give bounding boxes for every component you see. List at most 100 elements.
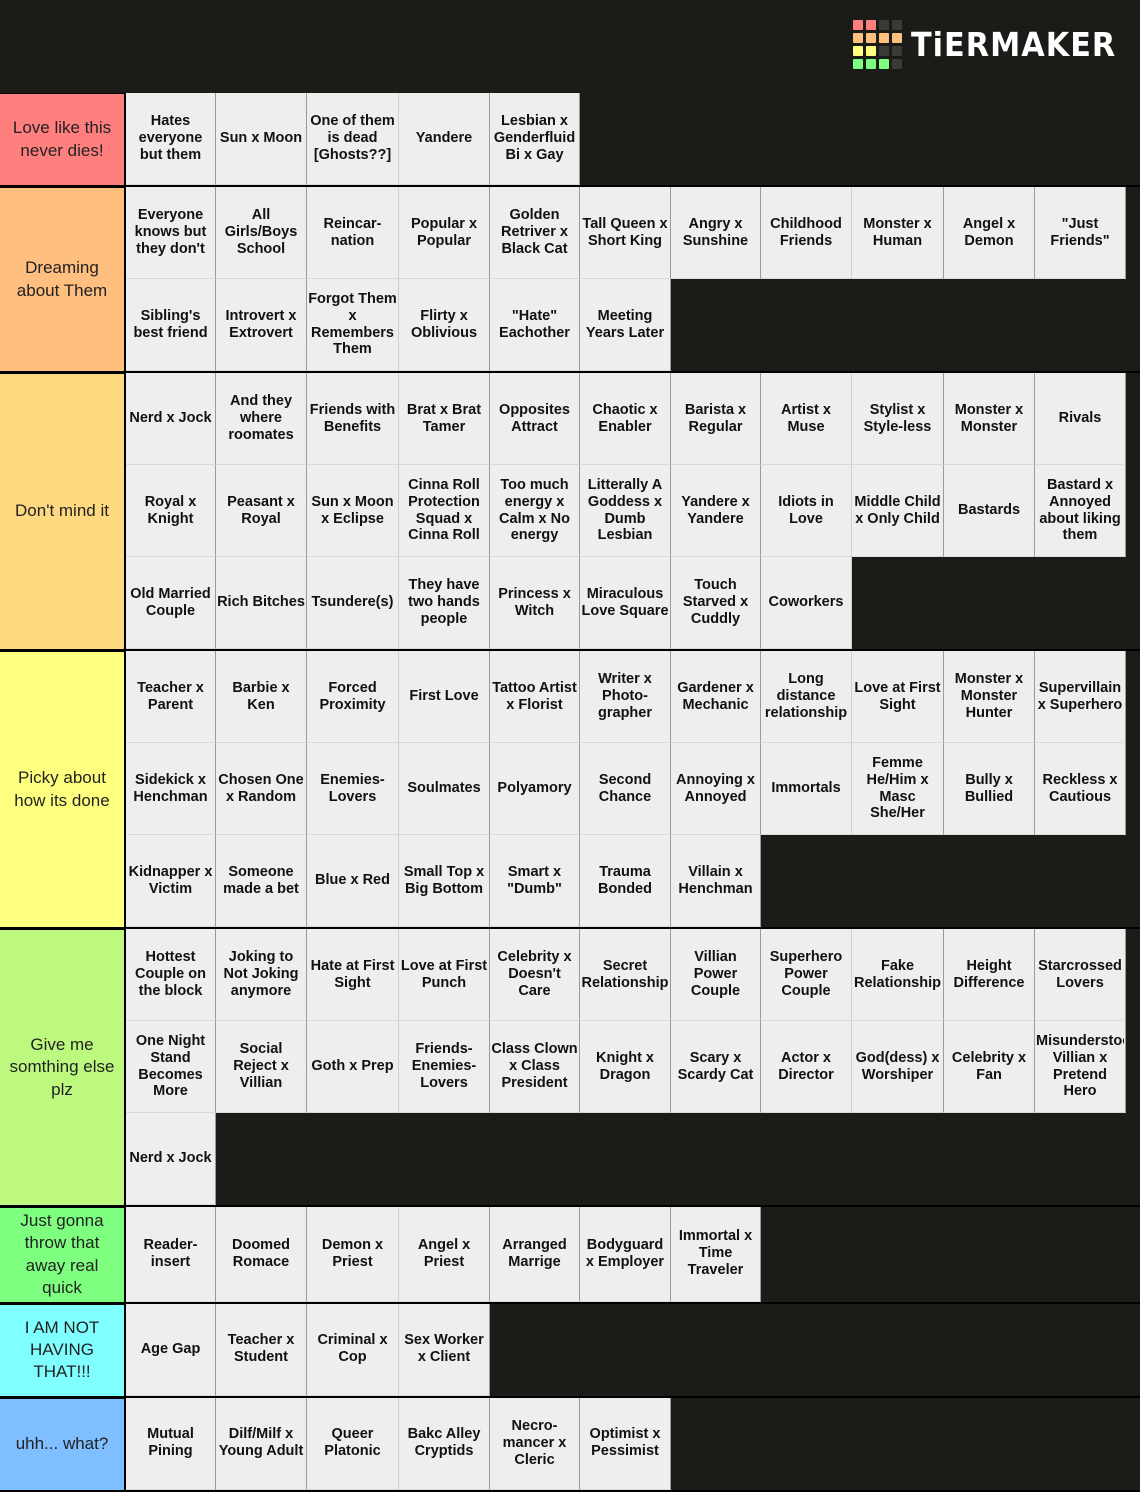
tier-item[interactable]: Hottest Couple on the block: [126, 929, 216, 1021]
tier-item[interactable]: Barbie x Ken: [216, 651, 307, 743]
tier-label[interactable]: Don't mind it: [0, 373, 126, 649]
tier-item[interactable]: Goth x Prep: [307, 1021, 399, 1113]
empty-slot-area[interactable]: [671, 1397, 1140, 1490]
tier-item[interactable]: Queer Platonic: [307, 1397, 399, 1490]
tier-item[interactable]: Joking to Not Joking anymore: [216, 929, 307, 1021]
tier-item[interactable]: Mutual Pining: [126, 1397, 216, 1490]
tier-item[interactable]: Childhood Friends: [761, 187, 852, 279]
tier-items[interactable]: Reader-insert Doomed Romace Demon x Priest…: [126, 1207, 1140, 1302]
tier-item[interactable]: Sex Worker x Client: [399, 1303, 490, 1396]
tier-item[interactable]: Trauma Bonded: [580, 835, 671, 927]
empty-slot-area[interactable]: [490, 1303, 1140, 1396]
tier-item[interactable]: Stylist x Style-less: [852, 373, 944, 465]
tier-item[interactable]: Everyone knows but they don't: [126, 187, 216, 279]
tier-item[interactable]: Sidekick x Henchman: [126, 743, 216, 835]
tier-item[interactable]: One Night Stand Becomes More: [126, 1021, 216, 1113]
tier-item[interactable]: Social Reject x Villian: [216, 1021, 307, 1113]
tier-item[interactable]: Forced Proximity: [307, 651, 399, 743]
empty-slot-area[interactable]: [761, 835, 1140, 927]
tier-label[interactable]: Picky about how its done: [0, 651, 126, 927]
tier-item[interactable]: Age Gap: [126, 1303, 216, 1396]
tier-item[interactable]: Sun x Moon x Eclipse: [307, 465, 399, 557]
tier-item[interactable]: Immortal x Time Traveler: [671, 1207, 761, 1302]
tier-item[interactable]: Nerd x Jock: [126, 1113, 216, 1205]
tier-label[interactable]: Give me somthing else plz: [0, 929, 126, 1205]
tier-item[interactable]: Celebrity x Fan: [944, 1021, 1035, 1113]
tier-item[interactable]: Femme He/Him x Masc She/Her: [852, 743, 944, 835]
tier-item[interactable]: Kidnapper x Victim: [126, 835, 216, 927]
tier-item[interactable]: Coworkers: [761, 557, 852, 649]
tier-item[interactable]: Bastard x Annoyed about liking them: [1035, 465, 1126, 557]
tier-item[interactable]: Yandere x Yandere: [671, 465, 761, 557]
tier-label[interactable]: I AM NOT HAVING THAT!!!: [0, 1303, 126, 1396]
tier-item[interactable]: Brat x Brat Tamer: [399, 373, 490, 465]
tier-item[interactable]: Rivals: [1035, 373, 1126, 465]
empty-slot-area[interactable]: [580, 93, 1140, 185]
tier-items[interactable]: Nerd x Jock And they where roomates Friend…: [126, 373, 1140, 649]
tier-item[interactable]: Criminal x Cop: [307, 1303, 399, 1396]
tier-label[interactable]: Dreaming about Them: [0, 187, 126, 371]
tier-item[interactable]: First Love: [399, 651, 490, 743]
tier-item[interactable]: Secret Relationship: [580, 929, 671, 1021]
tier-item[interactable]: Hate at First Sight: [307, 929, 399, 1021]
tier-item[interactable]: Idiots in Love: [761, 465, 852, 557]
tier-items[interactable]: Teacher x Parent Barbie x Ken Forced Proxi…: [126, 651, 1140, 927]
tier-item[interactable]: Villain x Henchman: [671, 835, 761, 927]
empty-slot-area[interactable]: [852, 557, 1140, 649]
tier-item[interactable]: God(dess) x Worshiper: [852, 1021, 944, 1113]
tier-item[interactable]: Smart x "Dumb": [490, 835, 580, 927]
tier-item[interactable]: Forgot Them x Remembers Them: [307, 279, 399, 371]
tier-item[interactable]: Misunderstood Villian x Pretend Hero: [1035, 1021, 1126, 1113]
tier-label[interactable]: Love like this never dies!: [0, 93, 126, 185]
tier-item[interactable]: Sun x Moon: [216, 93, 307, 185]
tier-item[interactable]: Soulmates: [399, 743, 490, 835]
tier-item[interactable]: Actor x Director: [761, 1021, 852, 1113]
tier-item[interactable]: Barista x Regular: [671, 373, 761, 465]
tier-item[interactable]: Fake Relationship: [852, 929, 944, 1021]
tier-item[interactable]: Meeting Years Later: [580, 279, 671, 371]
tier-item[interactable]: Touch Starved x Cuddly: [671, 557, 761, 649]
tier-item[interactable]: Height Difference: [944, 929, 1035, 1021]
tier-item[interactable]: Nerd x Jock: [126, 373, 216, 465]
empty-slot-area[interactable]: [761, 1207, 1140, 1302]
tier-item[interactable]: Yandere: [399, 93, 490, 185]
tier-item[interactable]: Reincar-nation: [307, 187, 399, 279]
tier-item[interactable]: Too much energy x Calm x No energy: [490, 465, 580, 557]
tier-items[interactable]: Everyone knows but they don't All Girls/B…: [126, 187, 1140, 371]
tier-item[interactable]: Bully x Bullied: [944, 743, 1035, 835]
tier-item[interactable]: Introvert x Extrovert: [216, 279, 307, 371]
tier-item[interactable]: Immortals: [761, 743, 852, 835]
tier-item[interactable]: One of them is dead [Ghosts??]: [307, 93, 399, 185]
tier-item[interactable]: Celebrity x Doesn't Care: [490, 929, 580, 1021]
tier-item[interactable]: Blue x Red: [307, 835, 399, 927]
tier-item[interactable]: Litterally A Goddess x Dumb Lesbian: [580, 465, 671, 557]
tier-item[interactable]: Princess x Witch: [490, 557, 580, 649]
tier-item[interactable]: Old Married Couple: [126, 557, 216, 649]
tier-item[interactable]: Chaotic x Enabler: [580, 373, 671, 465]
tier-item[interactable]: Middle Child x Only Child: [852, 465, 944, 557]
tier-item[interactable]: Angel x Demon: [944, 187, 1035, 279]
tier-item[interactable]: Popular x Popular: [399, 187, 490, 279]
tier-item[interactable]: Someone made a bet: [216, 835, 307, 927]
tier-item[interactable]: Superhero Power Couple: [761, 929, 852, 1021]
tier-item[interactable]: Doomed Romace: [216, 1207, 307, 1302]
tier-item[interactable]: Demon x Priest: [307, 1207, 399, 1302]
tier-item[interactable]: Tsundere(s): [307, 557, 399, 649]
tier-item[interactable]: Flirty x Oblivious: [399, 279, 490, 371]
tier-item[interactable]: Enemies-Lovers: [307, 743, 399, 835]
tier-item[interactable]: Chosen One x Random: [216, 743, 307, 835]
tier-item[interactable]: Miraculous Love Square: [580, 557, 671, 649]
tier-item[interactable]: Scary x Scardy Cat: [671, 1021, 761, 1113]
tier-item[interactable]: Monster x Human: [852, 187, 944, 279]
tier-item[interactable]: Friends with Benefits: [307, 373, 399, 465]
tier-label[interactable]: uhh... what?: [0, 1397, 126, 1490]
tier-item[interactable]: Artist x Muse: [761, 373, 852, 465]
tier-item[interactable]: Angry x Sunshine: [671, 187, 761, 279]
tier-item[interactable]: All Girls/Boys School: [216, 187, 307, 279]
tier-item[interactable]: Supervillain x Superhero: [1035, 651, 1126, 743]
tier-item[interactable]: Second Chance: [580, 743, 671, 835]
tier-item[interactable]: Bastards: [944, 465, 1035, 557]
tier-item[interactable]: Hates everyone but them: [126, 93, 216, 185]
tier-item[interactable]: Villian Power Couple: [671, 929, 761, 1021]
tier-item[interactable]: Optimist x Pessimist: [580, 1397, 671, 1490]
